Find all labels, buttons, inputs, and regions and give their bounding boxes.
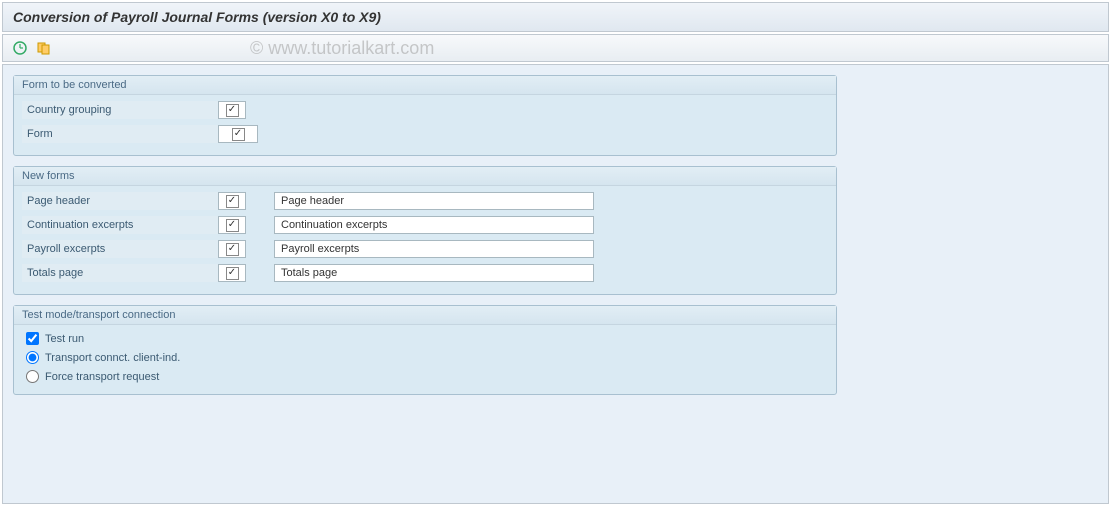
required-check-icon: ✓ — [232, 128, 245, 141]
field-row-continuation-excerpts: Continuation excerpts ✓ Continuation exc… — [22, 214, 828, 236]
input-payroll-excerpts-desc[interactable]: Payroll excerpts — [274, 240, 594, 258]
execute-icon[interactable] — [11, 39, 29, 57]
field-row-form: Form ✓ — [22, 123, 828, 145]
input-continuation-excerpts-code[interactable]: ✓ — [218, 216, 246, 234]
content-area: Form to be converted Country grouping ✓ … — [2, 64, 1109, 504]
required-check-icon: ✓ — [226, 195, 239, 208]
input-page-header-code[interactable]: ✓ — [218, 192, 246, 210]
input-totals-page-code[interactable]: ✓ — [218, 264, 246, 282]
field-row-page-header: Page header ✓ Page header — [22, 190, 828, 212]
input-country-grouping[interactable]: ✓ — [218, 101, 246, 119]
field-row-country-grouping: Country grouping ✓ — [22, 99, 828, 121]
label-continuation-excerpts: Continuation excerpts — [22, 216, 218, 234]
page-title: Conversion of Payroll Journal Forms (ver… — [13, 9, 381, 25]
label-page-header: Page header — [22, 192, 218, 210]
radio-transport-client[interactable] — [26, 351, 39, 364]
group-test-mode: Test mode/transport connection Test run … — [13, 305, 837, 395]
group-form-to-convert: Form to be converted Country grouping ✓ … — [13, 75, 837, 156]
label-transport-client: Transport connct. client-ind. — [45, 352, 180, 364]
input-totals-page-desc[interactable]: Totals page — [274, 264, 594, 282]
group-title: Form to be converted — [14, 76, 836, 95]
field-row-payroll-excerpts: Payroll excerpts ✓ Payroll excerpts — [22, 238, 828, 260]
required-check-icon: ✓ — [226, 219, 239, 232]
label-form: Form — [22, 125, 218, 143]
required-check-icon: ✓ — [226, 104, 239, 117]
label-force-transport: Force transport request — [45, 371, 159, 383]
input-payroll-excerpts-code[interactable]: ✓ — [218, 240, 246, 258]
label-country-grouping: Country grouping — [22, 101, 218, 119]
radio-row-force-transport: Force transport request — [22, 367, 828, 386]
group-title: New forms — [14, 167, 836, 186]
required-check-icon: ✓ — [226, 243, 239, 256]
radio-row-transport-client: Transport connct. client-ind. — [22, 348, 828, 367]
page-header-bar: Conversion of Payroll Journal Forms (ver… — [2, 2, 1109, 32]
input-page-header-desc[interactable]: Page header — [274, 192, 594, 210]
variants-icon[interactable] — [35, 39, 53, 57]
group-new-forms: New forms Page header ✓ Page header Cont… — [13, 166, 837, 295]
checkbox-row-test-run: Test run — [22, 329, 828, 348]
input-form[interactable]: ✓ — [218, 125, 258, 143]
checkbox-test-run[interactable] — [26, 332, 39, 345]
label-totals-page: Totals page — [22, 264, 218, 282]
label-test-run: Test run — [45, 333, 84, 345]
radio-force-transport[interactable] — [26, 370, 39, 383]
toolbar — [2, 34, 1109, 62]
input-continuation-excerpts-desc[interactable]: Continuation excerpts — [274, 216, 594, 234]
label-payroll-excerpts: Payroll excerpts — [22, 240, 218, 258]
field-row-totals-page: Totals page ✓ Totals page — [22, 262, 828, 284]
required-check-icon: ✓ — [226, 267, 239, 280]
group-title: Test mode/transport connection — [14, 306, 836, 325]
